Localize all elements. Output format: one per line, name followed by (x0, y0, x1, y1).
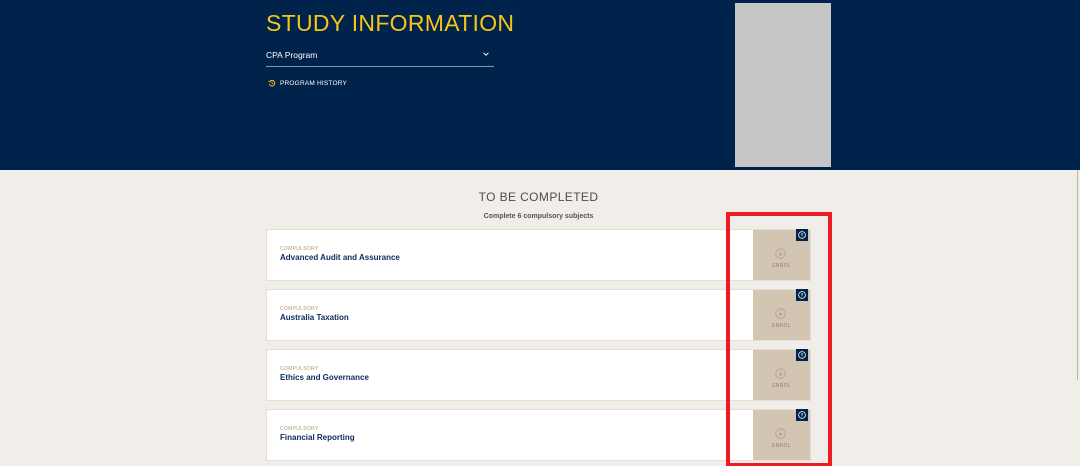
section-title: TO BE COMPLETED (478, 190, 599, 204)
program-dropdown-value: CPA Program (266, 50, 318, 60)
subject-tag: COMPULSORY (280, 246, 319, 252)
subject-tag: COMPULSORY (280, 306, 319, 312)
program-history-label: PROGRAM HISTORY (280, 79, 348, 87)
program-dropdown[interactable]: CPA Program (266, 46, 494, 67)
chevron-down-icon (483, 52, 489, 56)
subject-name: Australia Taxation (280, 313, 349, 322)
page-header: STUDY INFORMATION CPA Program PROGRAM HI… (0, 0, 1080, 170)
highlight-box (726, 212, 832, 466)
profile-image-placeholder (735, 3, 831, 167)
scrollbar[interactable] (1077, 170, 1078, 380)
subject-tag: COMPULSORY (280, 366, 319, 372)
history-icon (268, 79, 276, 87)
program-history-link[interactable]: PROGRAM HISTORY (268, 79, 347, 87)
subject-tag: COMPULSORY (280, 426, 319, 432)
subject-name: Financial Reporting (280, 433, 355, 442)
subject-name: Ethics and Governance (280, 373, 369, 382)
page-title: STUDY INFORMATION (266, 10, 515, 36)
subject-name: Advanced Audit and Assurance (280, 253, 400, 262)
